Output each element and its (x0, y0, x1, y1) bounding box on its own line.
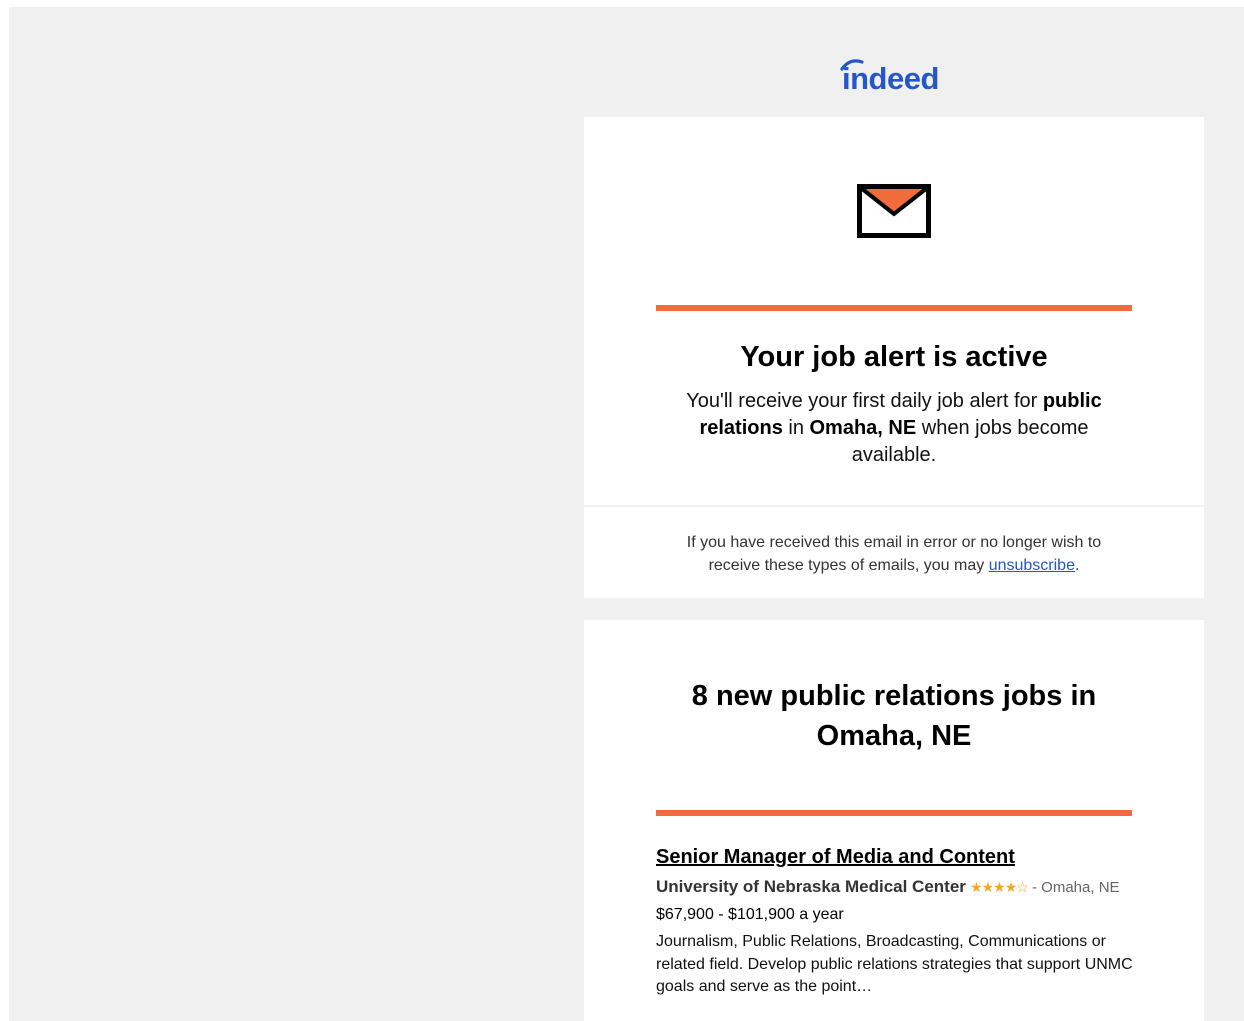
alert-location: Omaha, NE (809, 417, 917, 439)
indeed-logo-mark: indeed (840, 59, 939, 96)
job-listing: Senior Manager of Media and Content Univ… (656, 844, 1136, 999)
company-name: University of Nebraska Medical Center (656, 877, 966, 896)
alert-message-middle: in (782, 417, 810, 439)
alert-message-prefix: You'll receive your first daily job aler… (686, 390, 1043, 412)
logo-text: indeed (842, 61, 939, 96)
unsubscribe-card: If you have received this email in error… (584, 507, 1204, 598)
alert-title: Your job alert is active (740, 341, 1048, 373)
orange-divider (656, 810, 1132, 816)
alert-message: You'll receive your first daily job aler… (666, 388, 1122, 469)
job-location: - Omaha, NE (1032, 879, 1120, 896)
unsubscribe-link[interactable]: unsubscribe (989, 557, 1075, 574)
alert-card: Your job alert is active You'll receive … (584, 117, 1204, 505)
email-background: indeed Your job alert is active You'll r… (9, 7, 1244, 1021)
indeed-logo[interactable]: indeed (838, 57, 958, 97)
unsubscribe-period: . (1074, 557, 1080, 574)
rating-stars-icon: ★★★★☆ (970, 879, 1029, 895)
orange-divider (656, 305, 1132, 311)
jobs-heading: 8 new public relations jobs in Omaha, NE (691, 680, 1097, 752)
jobs-card: 8 new public relations jobs in Omaha, NE… (584, 620, 1204, 1021)
job-salary: $67,900 - $101,900 a year (656, 906, 844, 923)
job-snippet: Journalism, Public Relations, Broadcasti… (656, 933, 1133, 995)
job-title-link[interactable]: Senior Manager of Media and Content (656, 844, 1136, 870)
unsubscribe-notice: If you have received this email in error… (664, 531, 1124, 577)
job-meta: University of Nebraska Medical Center ★★… (656, 875, 1136, 899)
envelope-icon (857, 184, 931, 238)
